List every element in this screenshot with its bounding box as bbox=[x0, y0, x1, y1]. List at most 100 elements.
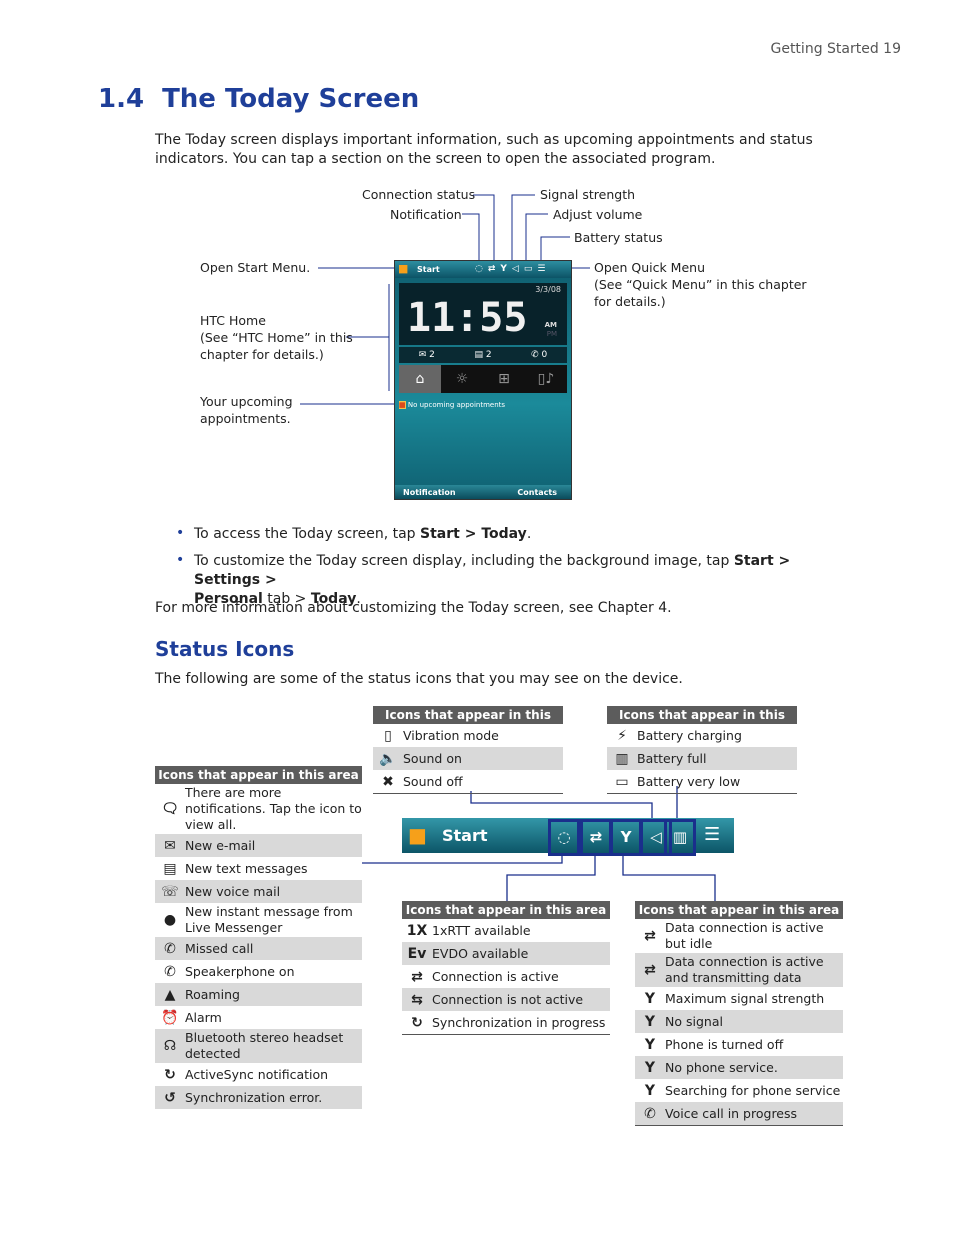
row-label: Data connection is active and transmitti… bbox=[665, 954, 824, 985]
data-transmitting-icon: ⇄ bbox=[644, 962, 656, 978]
bullet-icon: • bbox=[176, 525, 185, 541]
signal-status-icon[interactable]: Y bbox=[610, 819, 642, 856]
row-label: Connection is not active bbox=[432, 991, 584, 1007]
table-header: Icons that appear in this area bbox=[635, 901, 843, 919]
appointments-item[interactable]: ▦ No upcoming appointments bbox=[399, 401, 505, 409]
battery-charging-icon: ⚡ bbox=[617, 727, 627, 744]
row-label: New instant message from Live Messenger bbox=[185, 904, 353, 935]
searching-icon: Y bbox=[644, 1082, 656, 1099]
table-row: ↺ Synchronization error. bbox=[155, 1086, 362, 1109]
row-label: There are more notifications. Tap the ic… bbox=[185, 785, 362, 832]
row-label: Vibration mode bbox=[403, 727, 499, 743]
table-row: ☊ Bluetooth stereo headset detected bbox=[155, 1029, 362, 1063]
bullet-icon: • bbox=[176, 552, 185, 568]
status-icons: ◌⇄Y◁▭☰ bbox=[475, 264, 551, 274]
no-signal-icon: Y bbox=[644, 1013, 656, 1030]
email-counter[interactable]: ✉ 2 bbox=[419, 350, 435, 360]
table-row: Y Maximum signal strength bbox=[635, 987, 843, 1010]
table-row: ⇄ Data connection is active but idle bbox=[635, 919, 843, 953]
connection-inactive-icon: ⇆ bbox=[411, 991, 423, 1008]
softkey-notification[interactable]: Notification bbox=[403, 488, 456, 497]
data-idle-icon: ⇄ bbox=[644, 928, 656, 944]
table-header: Icons that appear in this area bbox=[402, 901, 610, 919]
row-label: No phone service. bbox=[665, 1059, 778, 1075]
roaming-icon: ▲ bbox=[164, 986, 176, 1003]
table-row: 🗨 There are more notifications. Tap the i… bbox=[155, 784, 362, 834]
activesync-icon: ↻ bbox=[164, 1066, 176, 1083]
table-row: Ev EVDO available bbox=[402, 942, 610, 965]
table-row: ✖ Sound off bbox=[373, 770, 563, 794]
row-label: New text messages bbox=[185, 860, 308, 876]
launcher-tab-icon[interactable]: ⊞ bbox=[483, 365, 525, 393]
table-row: Y No phone service. bbox=[635, 1056, 843, 1079]
signal-max-icon: Y bbox=[644, 990, 656, 1007]
table-header: Icons that appear in this area bbox=[607, 706, 797, 740]
callout-open-start: Open Start Menu. bbox=[200, 260, 311, 275]
voicemail-icon: ☏ bbox=[161, 883, 179, 900]
row-label: New e-mail bbox=[185, 837, 256, 853]
quick-menu-icon[interactable]: ☰ bbox=[704, 824, 720, 845]
notification-icon: 🗨 bbox=[161, 801, 179, 817]
row-label: Maximum signal strength bbox=[665, 990, 825, 1006]
callout-htc-home: HTC Home (See “HTC Home” in this chapter f… bbox=[200, 313, 353, 362]
connection-status-icon[interactable]: ⇄ bbox=[580, 819, 612, 856]
row-label: Roaming bbox=[185, 986, 240, 1002]
missed-call-counter[interactable]: ✆ 0 bbox=[531, 350, 547, 360]
icon-table-right-bottom: Icons that appear in this area ⇄ Data conn… bbox=[635, 901, 843, 1126]
htc-home-tabs: ⌂ ☼ ⊞ ▯♪ bbox=[399, 365, 567, 393]
phone-taskbar: ■ Start ◌⇄Y◁▭☰ bbox=[395, 261, 571, 278]
table-row: ✉ New e-mail bbox=[155, 834, 362, 857]
row-label: 1xRTT available bbox=[432, 922, 531, 938]
sync-error-icon: ↺ bbox=[164, 1089, 176, 1106]
home-tab-icon[interactable]: ⌂ bbox=[399, 365, 441, 393]
table-row: Y No signal bbox=[635, 1010, 843, 1033]
table-row: Y Searching for phone service bbox=[635, 1079, 843, 1102]
softkey-contacts[interactable]: Contacts bbox=[517, 488, 557, 497]
1xrtt-icon: 1X bbox=[406, 922, 428, 939]
row-label: ActiveSync notification bbox=[185, 1066, 329, 1082]
taskbar-start-label: Start bbox=[442, 826, 488, 845]
icon-table-right-top: Icons that appear in this area ⚡ Battery c… bbox=[607, 706, 797, 794]
table-row: Y Phone is turned off bbox=[635, 1033, 843, 1056]
phone-off-icon: Y bbox=[644, 1036, 656, 1053]
row-label: Searching for phone service bbox=[665, 1082, 841, 1098]
row-label: Speakerphone on bbox=[185, 963, 295, 979]
status-icons-heading: Status Icons bbox=[155, 637, 295, 661]
table-row: ⇄ Connection is active bbox=[402, 965, 610, 988]
email-icon: ✉ bbox=[164, 837, 176, 854]
weather-tab-icon[interactable]: ☼ bbox=[441, 365, 483, 393]
counters-bar: ✉ 2 ▤ 2 ✆ 0 bbox=[399, 347, 567, 363]
table-row: ↻ Synchronization in progress bbox=[402, 1011, 610, 1035]
text-message-icon: ▤ bbox=[163, 860, 177, 877]
connection-active-icon: ⇄ bbox=[411, 968, 423, 985]
more-info-text: For more information about customizing t… bbox=[155, 600, 672, 616]
row-label: Battery full bbox=[637, 750, 707, 766]
row-label: Connection is active bbox=[432, 968, 559, 984]
battery-status-icon[interactable]: ▥ bbox=[664, 819, 696, 856]
table-header: Icons that appear in this area bbox=[373, 706, 563, 740]
icon-table-mid-top: Icons that appear in this area ▯ Vibration… bbox=[373, 706, 563, 794]
missed-call-icon: ✆ bbox=[164, 940, 176, 957]
table-row: ▯ Vibration mode bbox=[373, 724, 563, 747]
table-row: ⏰ Alarm bbox=[155, 1006, 362, 1029]
sms-counter[interactable]: ▤ 2 bbox=[474, 350, 491, 360]
headset-icon: ☊ bbox=[163, 1038, 177, 1054]
vibration-icon: ▯ bbox=[384, 727, 392, 744]
row-label: Alarm bbox=[185, 1009, 222, 1025]
sound-tab-icon[interactable]: ▯♪ bbox=[525, 365, 567, 393]
table-row: ✆ Voice call in progress bbox=[635, 1102, 843, 1126]
callout-signal-strength: Signal strength bbox=[540, 187, 636, 202]
softkey-bar: Notification Contacts bbox=[395, 485, 571, 499]
status-taskbar-diagram: ■ Start ◌ ⇄ Y ◁ ▥ ☰ bbox=[402, 818, 734, 856]
sync-progress-icon: ↻ bbox=[411, 1014, 423, 1031]
row-label: Battery charging bbox=[637, 727, 742, 743]
row-label: Synchronization in progress bbox=[432, 1014, 606, 1030]
notification-status-icon[interactable]: ◌ bbox=[548, 819, 580, 856]
table-row: ✆ Speakerphone on bbox=[155, 960, 362, 983]
clock-time: 11:55 bbox=[407, 295, 528, 341]
manual-page: Getting Started 19 1.4 The Today Screen T… bbox=[0, 0, 954, 1235]
clock-date: 3/3/08 bbox=[535, 285, 561, 294]
callout-open-quick: Open Quick Menu (See “Quick Menu” in this… bbox=[594, 260, 807, 309]
messenger-icon: ● bbox=[163, 912, 177, 928]
table-row: ⇄ Data connection is active and transmitt… bbox=[635, 953, 843, 987]
